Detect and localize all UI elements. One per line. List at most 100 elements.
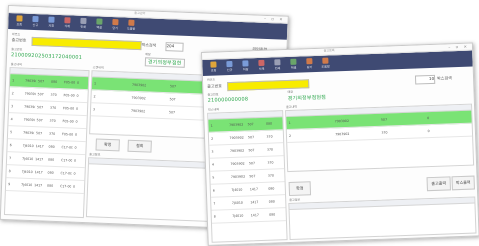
toolbar-button-label: 닫기	[112, 26, 119, 31]
table-cell: 7J4010	[21, 169, 33, 175]
table-cell: 1417	[250, 200, 259, 205]
toolbar-button-label: 닫기	[306, 65, 313, 70]
table-cell: 7903902	[130, 108, 146, 114]
table-cell: 507	[169, 84, 177, 89]
new-icon	[226, 60, 233, 68]
field-label: 출고번호	[11, 37, 27, 43]
outbound-grid[interactable]: 1 7903902 507 080 F05-00- 0 2 7903902 507 370 F05-…	[3, 67, 90, 219]
table-cell: 0	[74, 132, 78, 137]
table-cell: F05-00-	[62, 119, 74, 124]
toolbar-button-label: 저장	[48, 23, 55, 28]
save-icon	[242, 60, 249, 67]
box-input[interactable]: 10	[414, 74, 436, 85]
outbound-window-front: 출고등록 – ▫ × 조회 신규 저장 삭제 인쇄 엑셀 닫기 도움말 바코드 출고번호 10…	[201, 42, 479, 246]
search-icon	[16, 15, 23, 22]
toolbar-button-label: 조회	[210, 68, 217, 73]
code-label: 출고번호	[207, 92, 219, 97]
table-cell: 6	[9, 143, 12, 148]
table-cell: 0	[427, 116, 430, 121]
table-cell: 080	[48, 144, 55, 149]
delete-icon	[64, 17, 71, 24]
window-controls[interactable]: – ▫ ×	[264, 16, 285, 22]
table-cell: 3	[211, 149, 214, 154]
toolbar-button-2[interactable]: 저장	[45, 14, 57, 28]
toolbar-button-7[interactable]: 도움말	[125, 18, 137, 31]
table-cell: 7903902	[24, 104, 36, 110]
window-controls[interactable]: – ▫ ×	[448, 44, 469, 50]
table-cell: 2	[210, 136, 214, 141]
toolbar-button-label: 신규	[32, 22, 39, 28]
table-cell: 3	[11, 104, 14, 109]
table-cell: 080	[268, 199, 275, 204]
toolbar-button-5[interactable]: 엑셀	[93, 16, 105, 30]
bottom-label: 출고정보	[289, 197, 301, 203]
box-input[interactable]: 204	[165, 42, 184, 52]
toolbar-button-label: 인쇄	[80, 24, 87, 30]
toolbar-button-0[interactable]: 조회	[207, 59, 219, 73]
outbound-info-grid[interactable]	[288, 196, 477, 241]
search-icon	[210, 61, 217, 68]
table-cell: 507	[168, 110, 176, 115]
table-cell: 370	[50, 92, 57, 97]
print-icon	[80, 17, 87, 25]
store-value: 경기의정부점현	[144, 57, 185, 68]
toolbar-button-6[interactable]: 닫기	[109, 17, 121, 30]
toolbar-button-4[interactable]: 인쇄	[271, 57, 283, 70]
barcode-input[interactable]	[227, 79, 310, 92]
table-cell: 7903902	[131, 82, 147, 88]
toolbar-button-4[interactable]: 인쇄	[77, 16, 89, 29]
box-grid[interactable]: 1 7903902 507 080 2 7903902 507 370 3 7903902 507 3…	[207, 110, 288, 243]
toolbar-button-label: 저장	[242, 67, 249, 72]
table-cell: 4	[211, 162, 215, 167]
table-cell: 080	[51, 79, 58, 84]
toolbar-button-label: 엑셀	[290, 65, 297, 70]
table-cell: 507	[36, 131, 43, 136]
table-cell: 507	[37, 92, 44, 97]
toolbar-button-7[interactable]: 도움말	[319, 55, 331, 69]
print-box-button[interactable]: 박스출력	[451, 175, 475, 191]
table-cell: 0	[75, 106, 79, 111]
table-cell: 7J4010	[231, 200, 243, 206]
left-grid-label: 박스내역	[207, 107, 220, 112]
barcode-label: 바코드	[206, 77, 216, 82]
outbound-grid[interactable]: 1 7903902 507 0 2 7903902 370 0	[285, 103, 475, 173]
table-cell: 0	[73, 171, 76, 176]
table-cell: 507	[249, 174, 256, 179]
table-cell: 7	[9, 156, 12, 161]
box-label: 박스검색	[436, 75, 452, 81]
toolbar-button-label: 삭제	[258, 66, 265, 71]
table-cell: 7J4010	[232, 213, 244, 219]
confirm-button[interactable]: 확정	[95, 138, 120, 152]
qty-value: 10	[428, 75, 435, 82]
table-cell: 080	[47, 183, 54, 188]
table-row[interactable]: 9 7J4010 1417 080 C17-00- 0	[5, 178, 85, 195]
confirm-button[interactable]: 확정	[288, 181, 312, 197]
table-cell: 7J4010	[22, 143, 34, 149]
cancel-button[interactable]: 철회	[127, 139, 152, 153]
table-cell: 0	[76, 80, 80, 85]
table-cell: 1	[210, 123, 213, 128]
toolbar-button-0[interactable]: 조회	[13, 13, 25, 27]
toolbar-button-1[interactable]: 신규	[29, 14, 41, 27]
toolbar-button-1[interactable]: 신규	[223, 59, 235, 72]
barcode-input[interactable]	[31, 36, 142, 51]
table-cell: 1	[93, 81, 97, 86]
toolbar-button-3[interactable]: 삭제	[255, 58, 267, 71]
table-cell: 8	[213, 214, 216, 219]
table-cell: 507	[169, 97, 176, 102]
print-outbound-button[interactable]: 출고출력	[426, 176, 451, 192]
toolbar-button-label: 인쇄	[274, 66, 281, 71]
help-icon	[128, 19, 135, 26]
table-row[interactable]: 8 7J4010 1417 080	[211, 208, 286, 224]
excel-icon	[96, 18, 103, 25]
table-cell: 370	[266, 134, 273, 139]
store-label: 매장	[287, 89, 294, 95]
table-cell: 0	[73, 158, 77, 163]
table-cell: 507	[247, 122, 254, 127]
toolbar-button-2[interactable]: 저장	[239, 58, 251, 72]
toolbar-button-3[interactable]: 삭제	[61, 15, 73, 28]
table-cell: F05-00-	[62, 132, 74, 137]
table-cell: 7903902	[230, 174, 246, 180]
toolbar-button-6[interactable]: 닫기	[303, 56, 315, 69]
toolbar-button-5[interactable]: 엑셀	[287, 57, 299, 70]
